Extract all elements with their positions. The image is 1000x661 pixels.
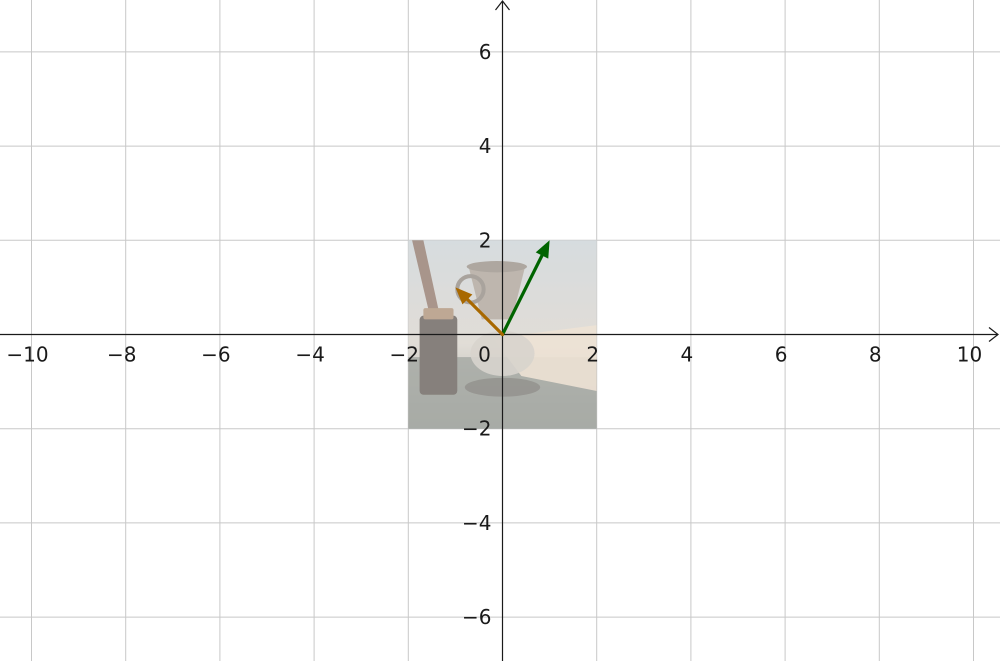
y-tick-label: 2 [479,228,492,252]
x-tick-label: −2 [390,343,419,367]
y-tick-label: 4 [479,134,492,158]
x-tick-label: −8 [107,343,136,367]
x-tick-label: −6 [201,343,230,367]
x-tick-label: 6 [775,343,788,367]
y-tick-label: −2 [462,417,491,441]
x-tick-label: −4 [295,343,324,367]
x-tick-label: 2 [586,343,599,367]
y-tick-label: 6 [479,40,492,64]
x-tick-label: −10 [6,343,48,367]
x-tick-label: 4 [681,343,694,367]
y-tick-label: −6 [462,605,491,629]
graph-canvas[interactable]: −10 −8 −6 −4 −2 0 2 4 6 8 10 6 4 2 −2 −4 −6 [0,0,1000,661]
y-tick-label: −4 [462,511,491,535]
x-tick-label: 10 [957,343,982,367]
x-tick-label: 0 [478,343,491,367]
x-tick-label: 8 [869,343,882,367]
